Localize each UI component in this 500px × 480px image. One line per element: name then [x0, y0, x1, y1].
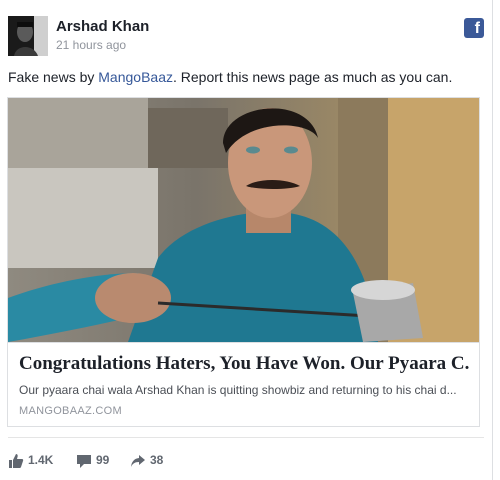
author-name[interactable]: Arshad Khan: [56, 18, 149, 35]
link-preview-image[interactable]: [8, 98, 479, 342]
share-icon: [131, 455, 145, 467]
share-count: 38: [150, 453, 164, 467]
like-count: 1.4K: [28, 453, 54, 467]
shared-link-card[interactable]: Congratulations Haters, You Have Won. Ou…: [7, 97, 480, 427]
link-domain: MANGOBAAZ.COM: [19, 405, 122, 417]
facebook-icon: f: [464, 18, 484, 38]
thumbs-up-icon: [9, 454, 24, 468]
avatar[interactable]: [8, 16, 48, 56]
comment-icon: [77, 455, 91, 468]
link-description: Our pyaara chai wala Arshad Khan is quit…: [19, 383, 457, 397]
status-suffix: . Report this news page as much as you c…: [172, 69, 453, 85]
post-timestamp[interactable]: 21 hours ago: [56, 38, 126, 52]
post-status-text: Fake news by MangoBaaz. Report this news…: [8, 68, 488, 86]
share-count-button[interactable]: 38: [130, 452, 170, 470]
facebook-post: Arshad Khan 21 hours ago f Fake news by …: [0, 0, 493, 480]
link-title[interactable]: Congratulations Haters, You Have Won. Ou…: [19, 353, 469, 375]
link-card-text[interactable]: Congratulations Haters, You Have Won. Ou…: [8, 342, 479, 426]
comment-count: 99: [96, 453, 110, 467]
comment-count-button[interactable]: 99: [76, 452, 116, 470]
status-prefix: Fake news by: [8, 69, 99, 85]
action-divider: [8, 437, 484, 438]
post-header: Arshad Khan 21 hours ago f: [8, 16, 484, 58]
mangobaaz-link[interactable]: MangoBaaz: [98, 69, 173, 85]
like-count-button[interactable]: 1.4K: [8, 452, 58, 470]
